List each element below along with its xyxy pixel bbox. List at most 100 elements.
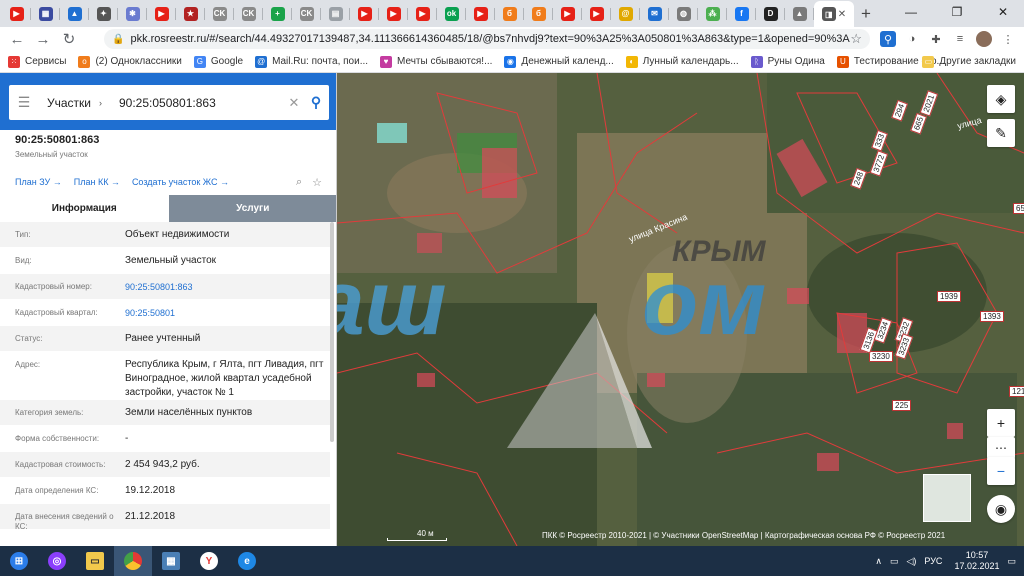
plan-kk-link[interactable]: План КК → (74, 177, 120, 187)
bookmark-item[interactable]: ◉ Денежный календ... (504, 51, 614, 73)
calculator-icon[interactable]: ▦ (152, 546, 190, 576)
browser-tab[interactable]: ✦ (89, 1, 118, 26)
browser-tab[interactable]: ✉ (640, 1, 669, 26)
back-button[interactable]: ← (4, 27, 30, 51)
browser-tab[interactable]: б (524, 1, 553, 26)
browser-tab[interactable]: ▶ (582, 1, 611, 26)
browser-tab[interactable]: D (756, 1, 785, 26)
browser-tab[interactable]: ✱ (118, 1, 147, 26)
clear-icon[interactable]: ✕ (285, 95, 303, 111)
bookmark-item[interactable]: @ Mail.Ru: почта, пои... (255, 51, 368, 73)
tab-information[interactable]: Информация (0, 195, 169, 222)
menu-burger-icon[interactable]: ☰ (9, 94, 39, 111)
map-view[interactable]: Ваш ом КРЫМ улица Красина улица 248 3772… (337, 73, 1024, 546)
close-window-button[interactable]: ✕ (980, 0, 1024, 24)
browser-tab[interactable]: + (263, 1, 292, 26)
browser-tab[interactable]: ▶ (466, 1, 495, 26)
plan-zu-link[interactable]: План ЗУ → (15, 177, 62, 187)
youtube-icon: ▶ (560, 6, 575, 21)
zoom-out-button[interactable]: − (987, 457, 1015, 485)
browser-tab[interactable]: ▶ (553, 1, 582, 26)
forward-button[interactable]: → (30, 27, 56, 51)
star-icon: ★ (183, 6, 198, 21)
browser-tab[interactable]: ◍ (669, 1, 698, 26)
maximize-button[interactable]: ❐ (934, 0, 980, 24)
mailru-icon: @ (255, 55, 268, 68)
browser-tab[interactable]: ok (437, 1, 466, 26)
measure-button[interactable]: ✎ (987, 119, 1015, 147)
attribute-value[interactable]: 90:25:50801 (125, 300, 330, 325)
locate-button[interactable]: ◉ (987, 495, 1015, 523)
layers-button[interactable]: ◈ (987, 85, 1015, 113)
search-icon[interactable]: ⚲ (303, 94, 329, 111)
edge-icon[interactable]: e (228, 546, 266, 576)
overview-minimap[interactable] (923, 474, 971, 522)
alice-icon[interactable]: ◎ (38, 546, 76, 576)
bookmark-star-icon[interactable]: ☆ (850, 31, 862, 47)
browser-tab[interactable]: CK (292, 1, 321, 26)
zoom-in-button[interactable]: + (987, 409, 1015, 437)
bookmark-item[interactable]: ◐ Лунный календарь... (625, 51, 739, 73)
map-more-button[interactable]: ⋯ (987, 437, 1015, 459)
browser-tab[interactable]: ▶ (147, 1, 176, 26)
close-tab-icon[interactable]: ✕ (838, 9, 846, 20)
extension-icon[interactable]: ⚲ (880, 31, 896, 47)
reload-button[interactable]: ↻ (56, 27, 82, 51)
other-bookmarks[interactable]: ▭ Другие закладки (922, 51, 1016, 73)
notifications-icon[interactable]: ▭ (1007, 556, 1016, 567)
browser-tab[interactable]: ▶ (2, 1, 31, 26)
bookmark-item[interactable]: ♥ Мечты сбываются!... (380, 51, 492, 73)
address-bar[interactable]: 🔒 pkk.rosreestr.ru/#/search/44.493270171… (104, 29, 870, 49)
browser-tab[interactable]: ▶ (379, 1, 408, 26)
tab-services[interactable]: Услуги (168, 195, 336, 222)
browser-tab[interactable]: ▦ (31, 1, 60, 26)
start-button[interactable]: ⊞ (0, 546, 38, 576)
bookmark-item[interactable]: ⁙ Сервисы (8, 51, 66, 73)
minimize-button[interactable]: — (888, 0, 934, 24)
browser-tab[interactable]: ▤ (321, 1, 350, 26)
ck-icon: CK (241, 6, 256, 21)
chrome-icon[interactable] (114, 546, 152, 576)
browser-tab[interactable]: ▶ (350, 1, 379, 26)
search-input[interactable]: 90:25:050801:863 (119, 96, 285, 110)
language-indicator[interactable]: РУС (924, 556, 942, 566)
attribute-value[interactable]: 90:25:50801:863 (125, 274, 330, 299)
d-icon: D (763, 6, 778, 21)
browser-tab[interactable]: ★ (176, 1, 205, 26)
panel-scrollbar[interactable] (330, 222, 334, 442)
media-icon[interactable]: ≡ (952, 31, 968, 47)
bookmark-item[interactable]: ᚱ Руны Одина (750, 51, 825, 73)
browser-tab[interactable]: f (727, 1, 756, 26)
explorer-icon[interactable]: ▭ (76, 546, 114, 576)
menu-icon[interactable]: ⋮ (1000, 31, 1016, 47)
map-attribution: ПКК © Росреестр 2010-2021 | © Участники … (542, 531, 946, 540)
favorite-star-icon[interactable]: ☆ (312, 176, 322, 189)
clock[interactable]: 10:57 17.02.2021 (954, 550, 999, 572)
puzzle-icon[interactable]: ✚ (928, 31, 944, 47)
browser-tab[interactable]: @ (611, 1, 640, 26)
tray-arrow-icon[interactable]: ∧ (875, 556, 882, 567)
browser-tab[interactable]: ▲ (785, 1, 814, 26)
volume-icon[interactable]: ◁) (906, 556, 916, 567)
chevron-down-icon[interactable]: › (99, 98, 113, 108)
browser-tab[interactable]: ▶ (408, 1, 437, 26)
browser-tab-active[interactable]: ◨ ✕ (814, 1, 854, 27)
yandex-icon[interactable]: Y (190, 546, 228, 576)
browser-tab[interactable]: б (495, 1, 524, 26)
new-tab-button[interactable]: + (854, 2, 878, 26)
browser-tab[interactable]: CK (234, 1, 263, 26)
zoom-to-object-icon[interactable]: ⌕ (296, 176, 302, 189)
network-icon[interactable]: ▭ (890, 556, 899, 567)
avatar[interactable] (976, 31, 992, 47)
plus-green-icon: + (270, 6, 285, 21)
search-type-select[interactable]: Участки (47, 96, 99, 110)
browser-tab[interactable]: ⁂ (698, 1, 727, 26)
bookmark-item[interactable]: G Google (193, 51, 243, 73)
create-zs-link[interactable]: Создать участок ЖС → (132, 177, 229, 187)
extension-circle-icon[interactable]: ◑ (904, 31, 920, 47)
object-subtitle: Земельный участок (15, 150, 88, 159)
youtube-icon: ▶ (473, 6, 488, 21)
browser-tab[interactable]: ▲ (60, 1, 89, 26)
bookmark-item[interactable]: о (2) Одноклассники (78, 51, 182, 73)
browser-tab[interactable]: CK (205, 1, 234, 26)
